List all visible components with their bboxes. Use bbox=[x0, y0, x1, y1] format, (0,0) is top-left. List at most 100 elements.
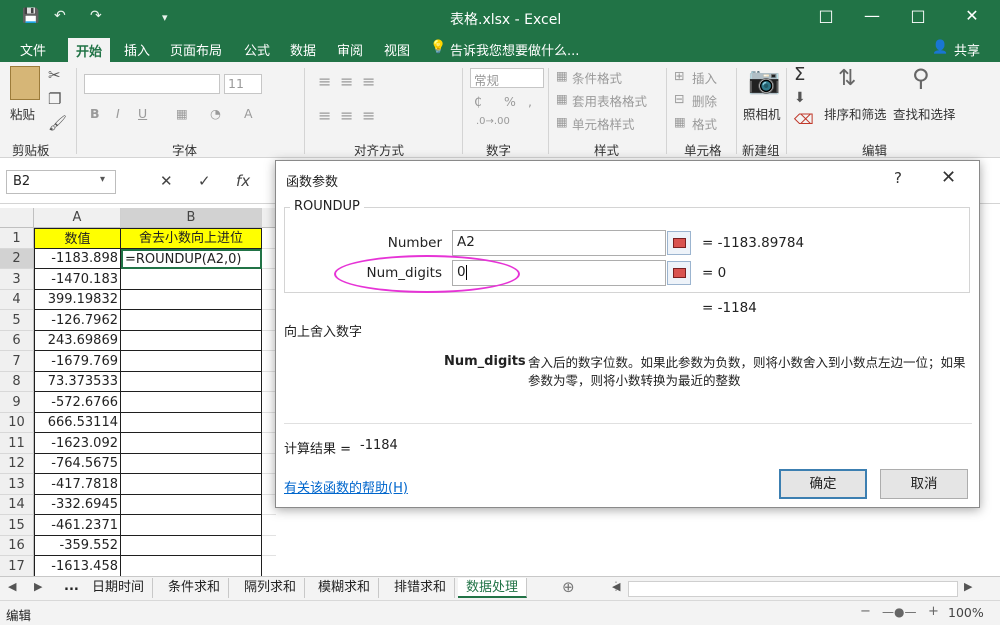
cut-icon[interactable]: ✂ bbox=[48, 66, 61, 84]
data-cell[interactable] bbox=[121, 331, 262, 351]
tab-data[interactable]: 数据 bbox=[290, 40, 316, 59]
align-center-icon[interactable]: ≡ bbox=[340, 106, 353, 125]
data-cell[interactable] bbox=[121, 269, 262, 290]
data-cell[interactable]: -1679.769 bbox=[34, 351, 121, 372]
row-header[interactable]: 3 bbox=[0, 269, 34, 290]
data-cell[interactable] bbox=[121, 474, 262, 495]
column-header-b[interactable]: B bbox=[121, 208, 262, 228]
align-top-icon[interactable]: ≡ bbox=[318, 72, 331, 91]
row-header[interactable]: 10 bbox=[0, 413, 34, 433]
tab-file[interactable]: 文件 bbox=[20, 40, 46, 59]
collapse-dialog-icon[interactable] bbox=[667, 231, 691, 255]
zoom-slider[interactable]: —●— bbox=[882, 605, 916, 619]
tab-view[interactable]: 视图 bbox=[384, 40, 410, 59]
data-cell[interactable] bbox=[121, 515, 262, 536]
help-icon[interactable]: ? bbox=[894, 169, 902, 187]
insert-function-icon[interactable]: fx bbox=[236, 172, 250, 190]
sheet-tab[interactable]: 隔列求和 bbox=[236, 578, 306, 598]
row-header[interactable]: 9 bbox=[0, 392, 34, 413]
hscroll-left-icon[interactable]: ◀ bbox=[612, 580, 620, 593]
copy-icon[interactable]: ❐ bbox=[48, 90, 61, 108]
scroll-right-icon[interactable]: ▶ bbox=[34, 580, 42, 593]
data-cell[interactable]: -1613.458 bbox=[34, 556, 121, 577]
zoom-level[interactable]: 100% bbox=[948, 605, 984, 620]
data-cell[interactable]: 666.53114 bbox=[34, 413, 121, 433]
sheet-tab[interactable]: 数据处理 bbox=[458, 578, 528, 598]
align-right-icon[interactable]: ≡ bbox=[362, 106, 375, 125]
sheet-tab[interactable]: 排错求和 bbox=[386, 578, 456, 598]
find-select-button[interactable]: 查找和选择 bbox=[893, 104, 956, 123]
table-format-button[interactable]: 套用表格格式 bbox=[572, 91, 647, 110]
ribbon-display-icon[interactable]: □ bbox=[806, 6, 846, 25]
autosum-icon[interactable]: Σ bbox=[794, 64, 805, 85]
increase-decimal-icon[interactable]: .0→.00 bbox=[476, 116, 510, 127]
row-header[interactable]: 16 bbox=[0, 536, 34, 556]
header-cell[interactable]: 数值 bbox=[34, 228, 121, 249]
minimize-icon[interactable]: — bbox=[852, 6, 892, 25]
cancel-icon[interactable]: ✕ bbox=[160, 172, 173, 190]
collapse-dialog-icon[interactable] bbox=[667, 261, 691, 285]
italic-icon[interactable]: I bbox=[116, 106, 120, 121]
data-cell[interactable] bbox=[121, 290, 262, 310]
data-cell[interactable]: -764.5675 bbox=[34, 454, 121, 474]
font-name-box[interactable] bbox=[84, 74, 220, 94]
comma-icon[interactable]: , bbox=[528, 94, 532, 109]
data-cell[interactable]: 73.373533 bbox=[34, 372, 121, 392]
align-middle-icon[interactable]: ≡ bbox=[340, 72, 353, 91]
ok-button[interactable]: 确定 bbox=[779, 469, 867, 499]
data-cell[interactable] bbox=[121, 351, 262, 372]
zoom-out-icon[interactable]: − bbox=[860, 604, 871, 619]
data-cell[interactable] bbox=[121, 556, 262, 577]
percent-icon[interactable]: % bbox=[504, 94, 516, 109]
tab-review[interactable]: 审阅 bbox=[337, 40, 363, 59]
data-cell[interactable]: -1623.092 bbox=[34, 433, 121, 454]
data-cell[interactable]: -572.6766 bbox=[34, 392, 121, 413]
zoom-in-icon[interactable]: + bbox=[928, 604, 939, 619]
hscroll-right-icon[interactable]: ▶ bbox=[964, 580, 972, 593]
data-cell[interactable] bbox=[121, 413, 262, 433]
enter-icon[interactable]: ✓ bbox=[198, 172, 211, 190]
data-cell[interactable] bbox=[121, 372, 262, 392]
row-header[interactable]: 6 bbox=[0, 331, 34, 351]
close-icon[interactable]: ✕ bbox=[952, 6, 992, 25]
arg-number-input[interactable]: A2 bbox=[452, 230, 666, 256]
column-header-a[interactable]: A bbox=[34, 208, 121, 228]
header-cell[interactable]: 舍去小数向上进位 bbox=[121, 228, 262, 249]
redo-icon[interactable]: ↷ bbox=[90, 8, 102, 24]
data-cell[interactable]: 399.19832 bbox=[34, 290, 121, 310]
row-header[interactable]: 13 bbox=[0, 474, 34, 495]
camera-icon[interactable]: 📷 bbox=[748, 66, 780, 96]
delete-cells-button[interactable]: 删除 bbox=[692, 91, 717, 110]
number-format-box[interactable]: 常规 bbox=[470, 68, 544, 88]
row-header[interactable]: 11 bbox=[0, 433, 34, 454]
tab-page-layout[interactable]: 页面布局 bbox=[170, 40, 222, 59]
underline-icon[interactable]: U bbox=[138, 106, 147, 121]
add-sheet-icon[interactable]: ⊕ bbox=[562, 578, 575, 596]
data-cell[interactable] bbox=[121, 433, 262, 454]
conditional-format-button[interactable]: 条件格式 bbox=[572, 68, 622, 87]
insert-cells-button[interactable]: 插入 bbox=[692, 68, 717, 87]
font-size-box[interactable]: 11 bbox=[224, 74, 262, 94]
fill-color-icon[interactable]: ◔ bbox=[210, 106, 221, 121]
column-header-c[interactable] bbox=[262, 208, 276, 228]
row-header[interactable]: 8 bbox=[0, 372, 34, 392]
function-help-link[interactable]: 有关该函数的帮助(H) bbox=[284, 477, 408, 496]
format-cells-button[interactable]: 格式 bbox=[692, 114, 717, 133]
format-painter-icon[interactable]: 🖌 bbox=[48, 114, 67, 132]
row-header[interactable]: 1 bbox=[0, 228, 34, 249]
cancel-button[interactable]: 取消 bbox=[880, 469, 968, 499]
row-header[interactable]: 17 bbox=[0, 556, 34, 577]
paste-button[interactable]: 粘贴 bbox=[10, 104, 35, 123]
fill-icon[interactable]: ⬇ bbox=[794, 90, 806, 106]
share-button[interactable]: 共享 bbox=[954, 40, 980, 59]
close-icon[interactable]: ✕ bbox=[941, 167, 956, 188]
clear-icon[interactable]: ⌫ bbox=[794, 112, 814, 128]
data-cell[interactable] bbox=[121, 392, 262, 413]
horizontal-scrollbar[interactable] bbox=[628, 581, 958, 597]
tab-formulas[interactable]: 公式 bbox=[244, 40, 270, 59]
currency-icon[interactable]: ₵ bbox=[474, 94, 482, 109]
row-header[interactable]: 4 bbox=[0, 290, 34, 310]
tell-me-box[interactable]: 告诉我您想要做什么... bbox=[450, 40, 579, 59]
select-all-corner[interactable] bbox=[0, 208, 34, 228]
data-cell[interactable] bbox=[121, 536, 262, 556]
